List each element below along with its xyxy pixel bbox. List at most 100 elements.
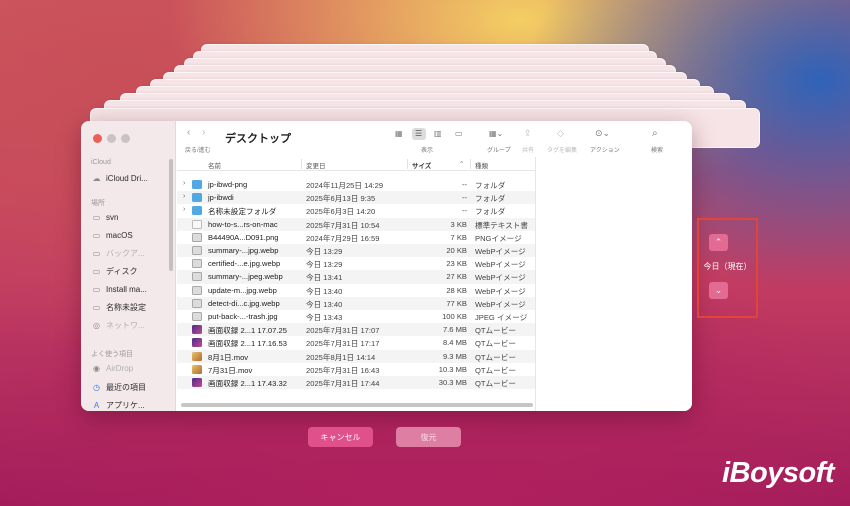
drive-icon: ▭ [92,302,101,312]
share-icon[interactable]: ⇪ [524,128,532,139]
restore-button[interactable]: 復元 [396,427,461,447]
file-row[interactable]: 8月1日.mov 2025年8月1日 14:14 9.3 MB QTムービー [177,349,535,363]
file-kind: QTムービー [475,339,516,349]
column-kind[interactable]: 種類 [475,160,488,170]
file-kind: 標準テキスト書 [475,220,528,230]
drive-icon: ▭ [92,230,101,240]
sidebar-scrollbar[interactable] [169,159,173,271]
clock-icon: ◷ [93,382,100,392]
list-view-button[interactable]: ☰ [412,128,426,140]
video-file-icon [192,378,202,387]
sidebar-section-favorites: よく使う項目 [91,351,133,358]
file-kind: QTムービー [475,352,516,362]
image-file-icon [192,259,202,269]
image-file-icon [192,312,202,321]
file-name: 7月31日.mov [208,365,253,375]
search-icon[interactable]: ⌕ [652,128,658,139]
sidebar-item-label: Install ma... [106,284,147,294]
zoom-window-button[interactable] [121,134,130,143]
sidebar-item-applications[interactable]: A アプリケ... [91,398,145,411]
file-name: how-to-s...rs-on-mac [208,219,278,229]
column-view-icon[interactable]: ▥ [434,129,442,138]
column-divider [301,159,302,169]
sidebar-item-backup[interactable]: ▭ バックア... [91,246,145,260]
file-size: 7 KB [450,232,467,242]
file-row[interactable]: certified-...e.jpg.webp 今日 13:29 23 KB WebP… [177,257,535,270]
file-row[interactable]: 画面収録 2...1 17.43.32 2025年7月31日 17:44 30.3 … [177,376,535,390]
file-date: 2025年7月31日 17:07 [306,326,380,336]
toolbar: ‹ › 戻る/進む デスクトップ ▦ ☰ ▥ ▭ 表示 ▦⌄ グループ ⇪ 共有… [177,121,692,157]
cloud-icon: ☁ [92,173,101,183]
sidebar-item-macos[interactable]: ▭ macOS [91,228,133,242]
sidebar-item-label: iCloud Dri... [106,173,148,183]
timeline-down-button[interactable]: ⌄ [709,282,728,299]
action-icon[interactable]: ⊙⌄ [595,128,610,139]
drive-icon: ▭ [92,248,101,258]
gallery-view-icon[interactable]: ▭ [455,129,463,138]
column-date[interactable]: 変更日 [306,160,326,170]
icon-view-icon[interactable]: ▦ [395,129,403,138]
forward-icon[interactable]: › [202,127,205,138]
sidebar-item-install[interactable]: ▭ Install ma... [91,282,147,296]
file-row[interactable]: › jp-ibwd-png 2024年11月25日 14:29 -- フォルダ [177,178,535,191]
sidebar-section-icloud: iCloud [91,159,111,166]
file-size: 27 KB [446,272,467,282]
sort-chevron-icon: ⌃ [459,161,465,168]
file-size: 23 KB [446,259,467,269]
disclosure-triangle-icon[interactable]: › [183,206,185,213]
sidebar: iCloud ☁ iCloud Dri... 場所 ▭ svn ▭ macOS … [81,121,176,411]
sidebar-item-recent[interactable]: ◷ 最近の項目 [91,380,146,394]
view-label: 表示 [421,148,434,154]
file-row[interactable]: detect-di...c.jpg.webp 今日 13:40 77 KB WebPイ… [177,296,535,310]
iboysoft-logo: iBoysoft [722,457,835,489]
tag-icon[interactable]: ◇ [557,128,564,139]
file-row[interactable]: summary-...jpeg.webp 今日 13:41 27 KB WebPイメー… [177,270,535,284]
file-kind: フォルダ [475,194,506,204]
file-row[interactable]: summary-...jpg.webp 今日 13:29 20 KB WebPイメージ [177,244,535,258]
file-name: jp-ibwd-png [208,180,248,189]
sidebar-item-disk[interactable]: ▭ ディスク [91,264,138,278]
file-date: 2025年7月31日 17:44 [306,379,380,388]
minimize-window-button[interactable] [107,134,116,143]
group-icon[interactable]: ▦⌄ [489,129,503,138]
file-date: 今日 13:40 [306,286,343,296]
sidebar-item-untitled[interactable]: ▭ 名称未設定 [91,300,146,314]
file-row[interactable]: › jp-ibwdi 2025年6月13日 9:35 -- フォルダ [177,191,535,205]
file-name: put-back-...-trash.jpg [208,312,278,321]
file-kind: WebPイメージ [475,286,526,296]
file-row[interactable]: B44490A...D091.png 2024年7月29日 16:59 7 KB PN… [177,231,535,244]
file-date: 今日 13:29 [306,260,343,270]
cancel-button[interactable]: キャンセル [308,427,373,447]
file-date: 今日 13:41 [306,273,343,283]
file-kind: QTムービー [475,365,516,375]
disclosure-triangle-icon[interactable]: › [183,193,185,200]
drive-icon: ▭ [92,284,101,294]
sidebar-item-svn[interactable]: ▭ svn [91,210,119,224]
sidebar-item-airdrop[interactable]: ◉ AirDrop [91,361,133,375]
file-row[interactable]: how-to-s...rs-on-mac 2025年7月31日 10:54 3 KB… [177,217,535,231]
back-icon[interactable]: ‹ [187,127,190,138]
file-row[interactable]: 画面収録 2...1 17.07.25 2025年7月31日 17:07 7.6 M… [177,323,535,337]
file-row[interactable]: 画面収録 2...1 17.16.53 2025年7月31日 17:17 8.4 M… [177,336,535,349]
disclosure-triangle-icon[interactable]: › [183,180,185,187]
file-row[interactable]: 7月31日.mov 2025年7月31日 16:43 10.3 MB QTムービー [177,363,535,376]
file-date: 今日 13:40 [306,299,343,309]
column-name[interactable]: 名前 [208,160,221,170]
file-name: B44490A...D091.png [208,232,279,242]
file-row[interactable]: put-back-...-trash.jpg 今日 13:43 100 KB JPEG… [177,310,535,323]
horizontal-scrollbar[interactable] [181,403,533,407]
file-row[interactable]: update-m...jpg.webp 今日 13:40 28 KB WebPイメージ [177,284,535,297]
close-window-button[interactable] [93,134,102,143]
sidebar-item-icloud-drive[interactable]: ☁ iCloud Dri... [91,171,148,185]
sidebar-section-locations: 場所 [91,200,105,207]
file-name: update-m...jpg.webp [208,285,277,295]
file-name: 名称未設定フォルダ [208,207,277,217]
file-size: 77 KB [446,298,467,308]
file-row[interactable]: › 名称未設定フォルダ 2025年6月3日 14:20 -- フォルダ [177,204,535,217]
sidebar-item-network[interactable]: ◎ ネットワ... [91,318,145,332]
file-size: 7.6 MB [442,325,467,335]
sidebar-item-label: macOS [106,230,133,240]
file-name: 画面収録 2...1 17.07.25 [208,326,287,336]
timeline-up-button[interactable]: ⌃ [709,234,728,251]
column-size[interactable]: サイズ [412,160,431,170]
